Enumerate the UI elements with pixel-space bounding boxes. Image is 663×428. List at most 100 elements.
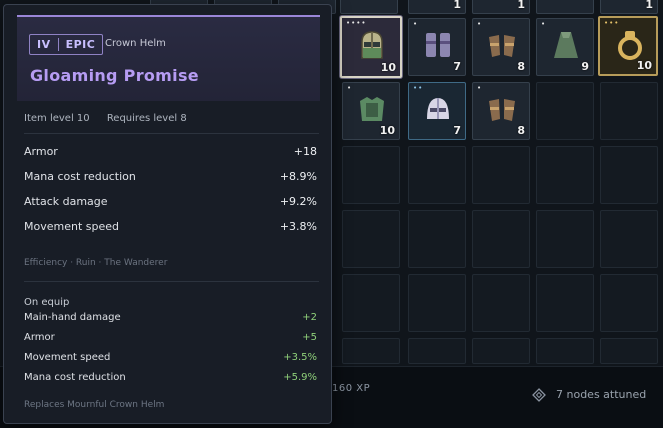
stat-label: Main-hand damage [24,312,121,323]
stat-row: Attack damage +9.2% [24,195,317,208]
equip-stat-row: Movement speed +3.5% [24,352,317,363]
stat-row: Movement speed +3.8% [24,220,317,233]
stat-label: Mana cost reduction [24,372,126,383]
inventory-slot-empty[interactable] [408,274,466,332]
tooltip-header: IV EPIC Crown Helm Gloaming Promise [17,15,320,101]
requirements-line: Item level 10 Requires level 8 [24,113,187,124]
equip-stat-row: Armor +5 [24,332,317,343]
item-level: Item level 10 [24,113,90,124]
inventory-slot[interactable]: • 8 [472,82,530,140]
crown-helm-icon [361,31,383,59]
item-count: 10 [636,59,652,72]
item-tags: Efficiency · Ruin · The Wanderer [24,258,168,268]
cloak-icon [554,32,578,58]
inventory-slot-empty[interactable] [472,146,530,204]
stat-label: Movement speed [24,352,111,363]
stat-value: +3.8% [279,220,317,233]
inventory-slot[interactable]: • 10 [342,82,400,140]
stat-value: +2 [302,312,317,323]
stat-row: Armor +18 [24,145,317,158]
item-count: 10 [379,124,395,137]
inventory-slot-empty[interactable] [408,338,466,364]
item-count: 7 [453,124,461,137]
inventory-slot-empty[interactable] [536,146,594,204]
inventory-slot-empty[interactable] [600,146,658,204]
inventory-slot[interactable]: •• 7 [408,82,466,140]
stat-value: +9.2% [279,195,317,208]
inventory-slot[interactable]: • 9 [536,18,594,76]
item-count: 9 [581,60,589,73]
inventory-slot[interactable] [536,0,594,14]
divider [24,281,319,282]
inventory-slot-empty[interactable] [600,338,658,364]
inventory-slot-empty[interactable] [600,274,658,332]
inventory-slot-empty[interactable] [600,210,658,268]
rarity-pips: • [477,84,483,92]
rarity-pips: • [413,20,419,28]
inventory-slot-empty[interactable] [472,338,530,364]
diamond-node-icon [532,388,546,402]
replaces-note: Replaces Mournful Crown Helm [24,400,165,410]
stat-label: Attack damage [24,195,108,208]
helmet-icon [427,98,449,119]
xp-label: 160 XP [332,383,371,394]
equip-stat-row: Mana cost reduction +5.9% [24,372,317,383]
inventory-slot-empty[interactable] [536,210,594,268]
stat-value: +5.9% [283,372,317,383]
ring-icon [618,31,642,60]
item-count: 1 [453,0,461,11]
gauntlets-icon [489,99,515,121]
rarity-label: EPIC [65,38,96,51]
inventory-slot[interactable]: ••• 10 [598,16,658,76]
inventory-slot-empty[interactable] [342,274,400,332]
tier-rarity-badge: IV EPIC [29,34,104,55]
inventory-slot-selected[interactable]: •••• 10 [340,16,402,78]
inventory-slot[interactable]: • 8 [472,18,530,76]
inventory-slot-empty[interactable] [342,146,400,204]
stat-value: +5 [302,332,317,343]
inventory-slot-empty[interactable] [536,338,594,364]
inventory-slot[interactable]: 1 [600,0,658,14]
rarity-pips: ••• [604,19,620,27]
stat-label: Armor [24,145,58,158]
inventory-slot-empty[interactable] [472,210,530,268]
item-name: Gloaming Promise [30,66,199,85]
inventory-slot-empty[interactable] [342,338,400,364]
inventory-slot-empty[interactable] [472,274,530,332]
attuned-nodes-label: 7 nodes attuned [556,388,647,401]
inventory-slot-empty[interactable] [342,210,400,268]
item-count: 7 [453,60,461,73]
stat-row: Mana cost reduction +8.9% [24,170,317,183]
tier-label: IV [37,38,51,51]
item-count: 1 [645,0,653,11]
item-count: 1 [517,0,525,11]
gauntlets-icon [489,35,515,57]
inventory-slot-empty[interactable] [408,146,466,204]
inventory-slot[interactable]: 1 [408,0,466,14]
stat-value: +8.9% [279,170,317,183]
inventory-slot[interactable]: • 7 [408,18,466,76]
on-equip-title: On equip [24,297,70,308]
chest-armor-icon [360,97,384,121]
stat-value: +3.5% [283,352,317,363]
rarity-pips: • [477,20,483,28]
stat-label: Movement speed [24,220,119,233]
stat-value: +18 [293,145,317,158]
rarity-pips: • [347,84,353,92]
inventory-slot[interactable] [340,0,398,14]
inventory-slot-empty[interactable] [600,82,658,140]
inventory-slot-empty[interactable] [536,82,594,140]
required-level: Requires level 8 [106,113,187,124]
greaves-icon [426,33,450,57]
stat-label: Armor [24,332,55,343]
item-type: Crown Helm [105,38,166,49]
stat-label: Mana cost reduction [24,170,136,183]
item-count: 8 [517,124,525,137]
item-tooltip: IV EPIC Crown Helm Gloaming Promise Item… [3,4,332,424]
rarity-pips: •••• [346,19,367,27]
inventory-slot-empty[interactable] [536,274,594,332]
rarity-pips: • [541,20,547,28]
divider [24,133,319,134]
inventory-slot[interactable]: 1 [472,0,530,14]
inventory-slot-empty[interactable] [408,210,466,268]
